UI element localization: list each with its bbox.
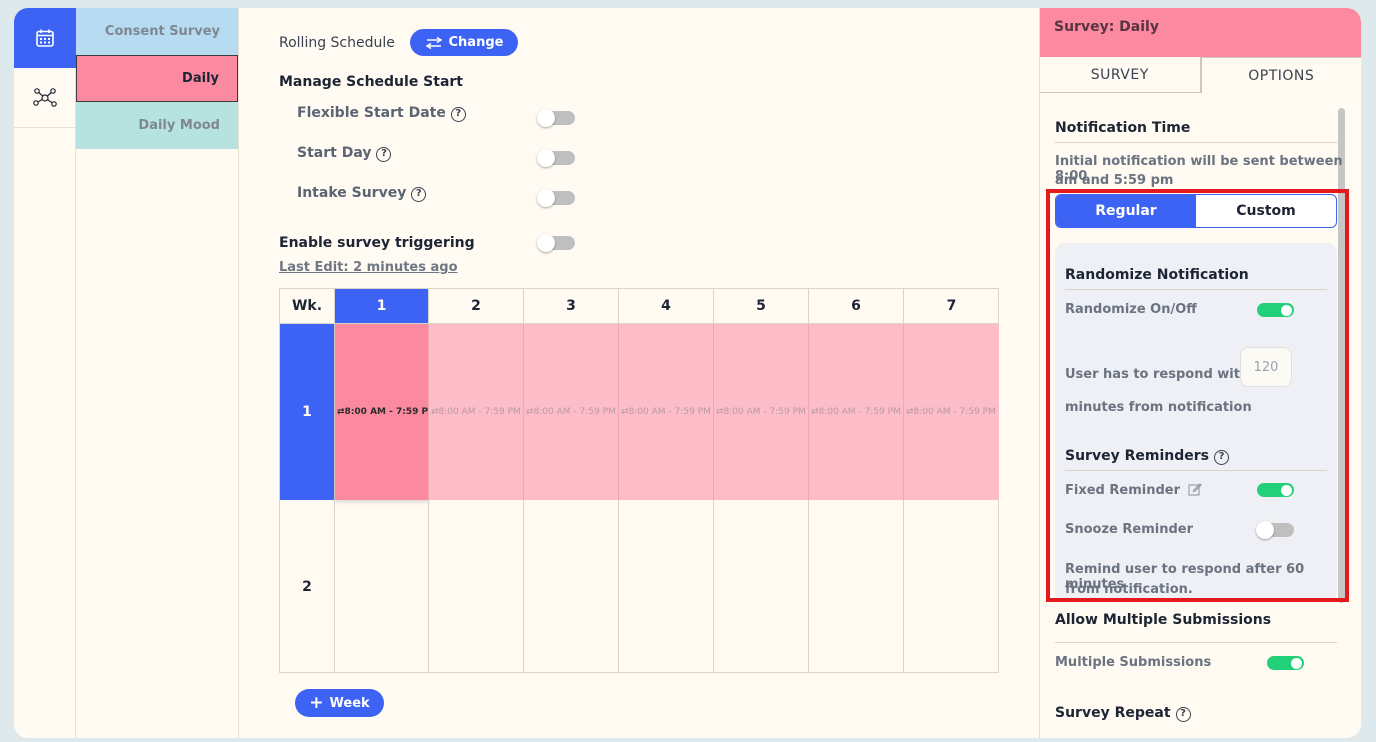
schedule-slot[interactable]: ⇄ 8:00 AM - 7:59 PM (714, 324, 809, 500)
schedule-slot[interactable]: ⇄ 8:00 AM - 7:59 PM (809, 324, 904, 500)
survey-item-label: Consent Survey (104, 24, 220, 39)
flexible-start-text: Flexible Start Date (297, 105, 446, 121)
week-row-label: 1 (280, 324, 335, 500)
empty-slot[interactable] (714, 500, 809, 673)
slot-time: 8:00 AM - 7:59 PM (723, 407, 806, 417)
day-header[interactable]: 4 (619, 289, 714, 324)
week-column-header: Wk. (280, 289, 335, 324)
slot-time: 8:00 AM - 7:59 PM (438, 407, 521, 417)
survey-item-label: Daily Mood (138, 118, 220, 133)
repeat-icon: ⇄ (811, 407, 819, 417)
slot-time: 8:00 AM - 7:59 PM (913, 407, 996, 417)
notification-time-heading: Notification Time (1055, 120, 1191, 136)
repeat-icon: ⇄ (526, 407, 534, 417)
plus-icon: + (309, 693, 324, 713)
schedule-slot[interactable]: ⇄ 8:00 AM - 7:59 PM (429, 324, 524, 500)
manage-schedule-heading: Manage Schedule Start (279, 74, 464, 90)
day-header[interactable]: 2 (429, 289, 524, 324)
repeat-icon: ⇄ (431, 407, 439, 417)
highlight-box (1046, 189, 1349, 602)
empty-slot[interactable] (619, 500, 714, 673)
divider (1055, 142, 1337, 143)
help-icon[interactable]: ? (376, 147, 392, 162)
intake-survey-text: Intake Survey (297, 185, 407, 201)
add-week-button[interactable]: + Week (295, 689, 384, 717)
panel-title: Survey: Daily (1040, 8, 1361, 57)
calendar-icon (36, 29, 54, 47)
tab-survey[interactable]: SURVEY (1040, 57, 1201, 93)
change-label: Change (448, 35, 504, 50)
day-header[interactable]: 5 (714, 289, 809, 324)
help-icon[interactable]: ? (450, 107, 466, 122)
divider (1055, 642, 1337, 643)
survey-item-consent[interactable]: Consent Survey (76, 8, 238, 55)
day-header[interactable]: 6 (809, 289, 904, 324)
multiple-submissions-label: Multiple Submissions (1055, 655, 1212, 670)
slot-time: 8:00 AM - 7:59 PM (344, 407, 429, 417)
day-header[interactable]: 3 (524, 289, 619, 324)
intake-survey-toggle[interactable] (537, 189, 575, 207)
tab-options[interactable]: OPTIONS (1200, 57, 1361, 93)
start-day-label: Start Day? (297, 145, 392, 162)
schedule-slot[interactable]: ⇄ 8:00 AM - 7:59 PM (619, 324, 714, 500)
schedule-grid: Wk. 1 2 3 4 5 6 7 1 2 ⇄ 8:00 AM - 7:59 PM… (279, 288, 999, 673)
schedule-main: Rolling Schedule Change Manage Schedule … (240, 8, 1039, 738)
survey-triggering-label: Enable survey triggering (279, 235, 475, 251)
schedule-slot[interactable]: ⇄ 8:00 AM - 7:59 PM (524, 324, 619, 500)
left-rail (14, 8, 76, 738)
schedule-slot[interactable]: ⇄ 8:00 AM - 7:59 PM (904, 324, 999, 500)
swap-icon (425, 36, 442, 49)
start-day-toggle[interactable] (537, 149, 575, 167)
empty-slot[interactable] (335, 500, 429, 673)
calendar-nav-button[interactable] (14, 8, 76, 68)
add-week-label: Week (329, 695, 370, 711)
survey-repeat-heading: Survey Repeat? (1055, 705, 1191, 722)
empty-slot[interactable] (524, 500, 619, 673)
slot-time: 8:00 AM - 7:59 PM (818, 407, 901, 417)
network-nav-button[interactable] (14, 68, 76, 128)
flexible-start-toggle[interactable] (537, 109, 575, 127)
week-row-label: 2 (280, 500, 335, 673)
slot-time: 8:00 AM - 7:59 PM (533, 407, 616, 417)
intake-survey-label: Intake Survey? (297, 185, 427, 202)
repeat-icon: ⇄ (621, 407, 629, 417)
slot-time: 8:00 AM - 7:59 PM (628, 407, 711, 417)
empty-slot[interactable] (809, 500, 904, 673)
survey-item-daily[interactable]: Daily (76, 55, 238, 102)
repeat-icon: ⇄ (716, 407, 724, 417)
notification-desc-line-2: am and 5:59 pm (1055, 173, 1174, 188)
survey-item-label: Daily (182, 71, 219, 86)
panel-tabs: SURVEY OPTIONS (1040, 57, 1361, 93)
options-panel: Survey: Daily SURVEY OPTIONS Notificatio… (1039, 8, 1361, 738)
multiple-submissions-heading: Allow Multiple Submissions (1055, 612, 1272, 628)
survey-repeat-text: Survey Repeat (1055, 705, 1171, 721)
multiple-submissions-toggle[interactable] (1267, 656, 1304, 670)
day-header[interactable]: 7 (904, 289, 999, 324)
app-frame: Consent Survey Daily Daily Mood Rolling … (14, 8, 1361, 738)
survey-item-daily-mood[interactable]: Daily Mood (76, 102, 238, 149)
change-schedule-button[interactable]: Change (410, 29, 518, 56)
survey-triggering-toggle[interactable] (537, 234, 575, 252)
survey-list: Consent Survey Daily Daily Mood (76, 8, 239, 738)
flexible-start-label: Flexible Start Date? (297, 105, 466, 122)
last-edit-link[interactable]: Last Edit: 2 minutes ago (279, 260, 458, 275)
help-icon[interactable]: ? (411, 187, 427, 202)
rolling-schedule-label: Rolling Schedule (279, 35, 395, 51)
network-icon (33, 87, 57, 107)
day-header[interactable]: 1 (335, 289, 429, 324)
repeat-icon: ⇄ (906, 407, 914, 417)
empty-slot[interactable] (429, 500, 524, 673)
start-day-text: Start Day (297, 145, 372, 161)
schedule-slot[interactable]: ⇄ 8:00 AM - 7:59 PM (335, 324, 429, 500)
repeat-icon: ⇄ (337, 407, 345, 417)
empty-slot[interactable] (904, 500, 999, 673)
help-icon[interactable]: ? (1175, 707, 1191, 722)
